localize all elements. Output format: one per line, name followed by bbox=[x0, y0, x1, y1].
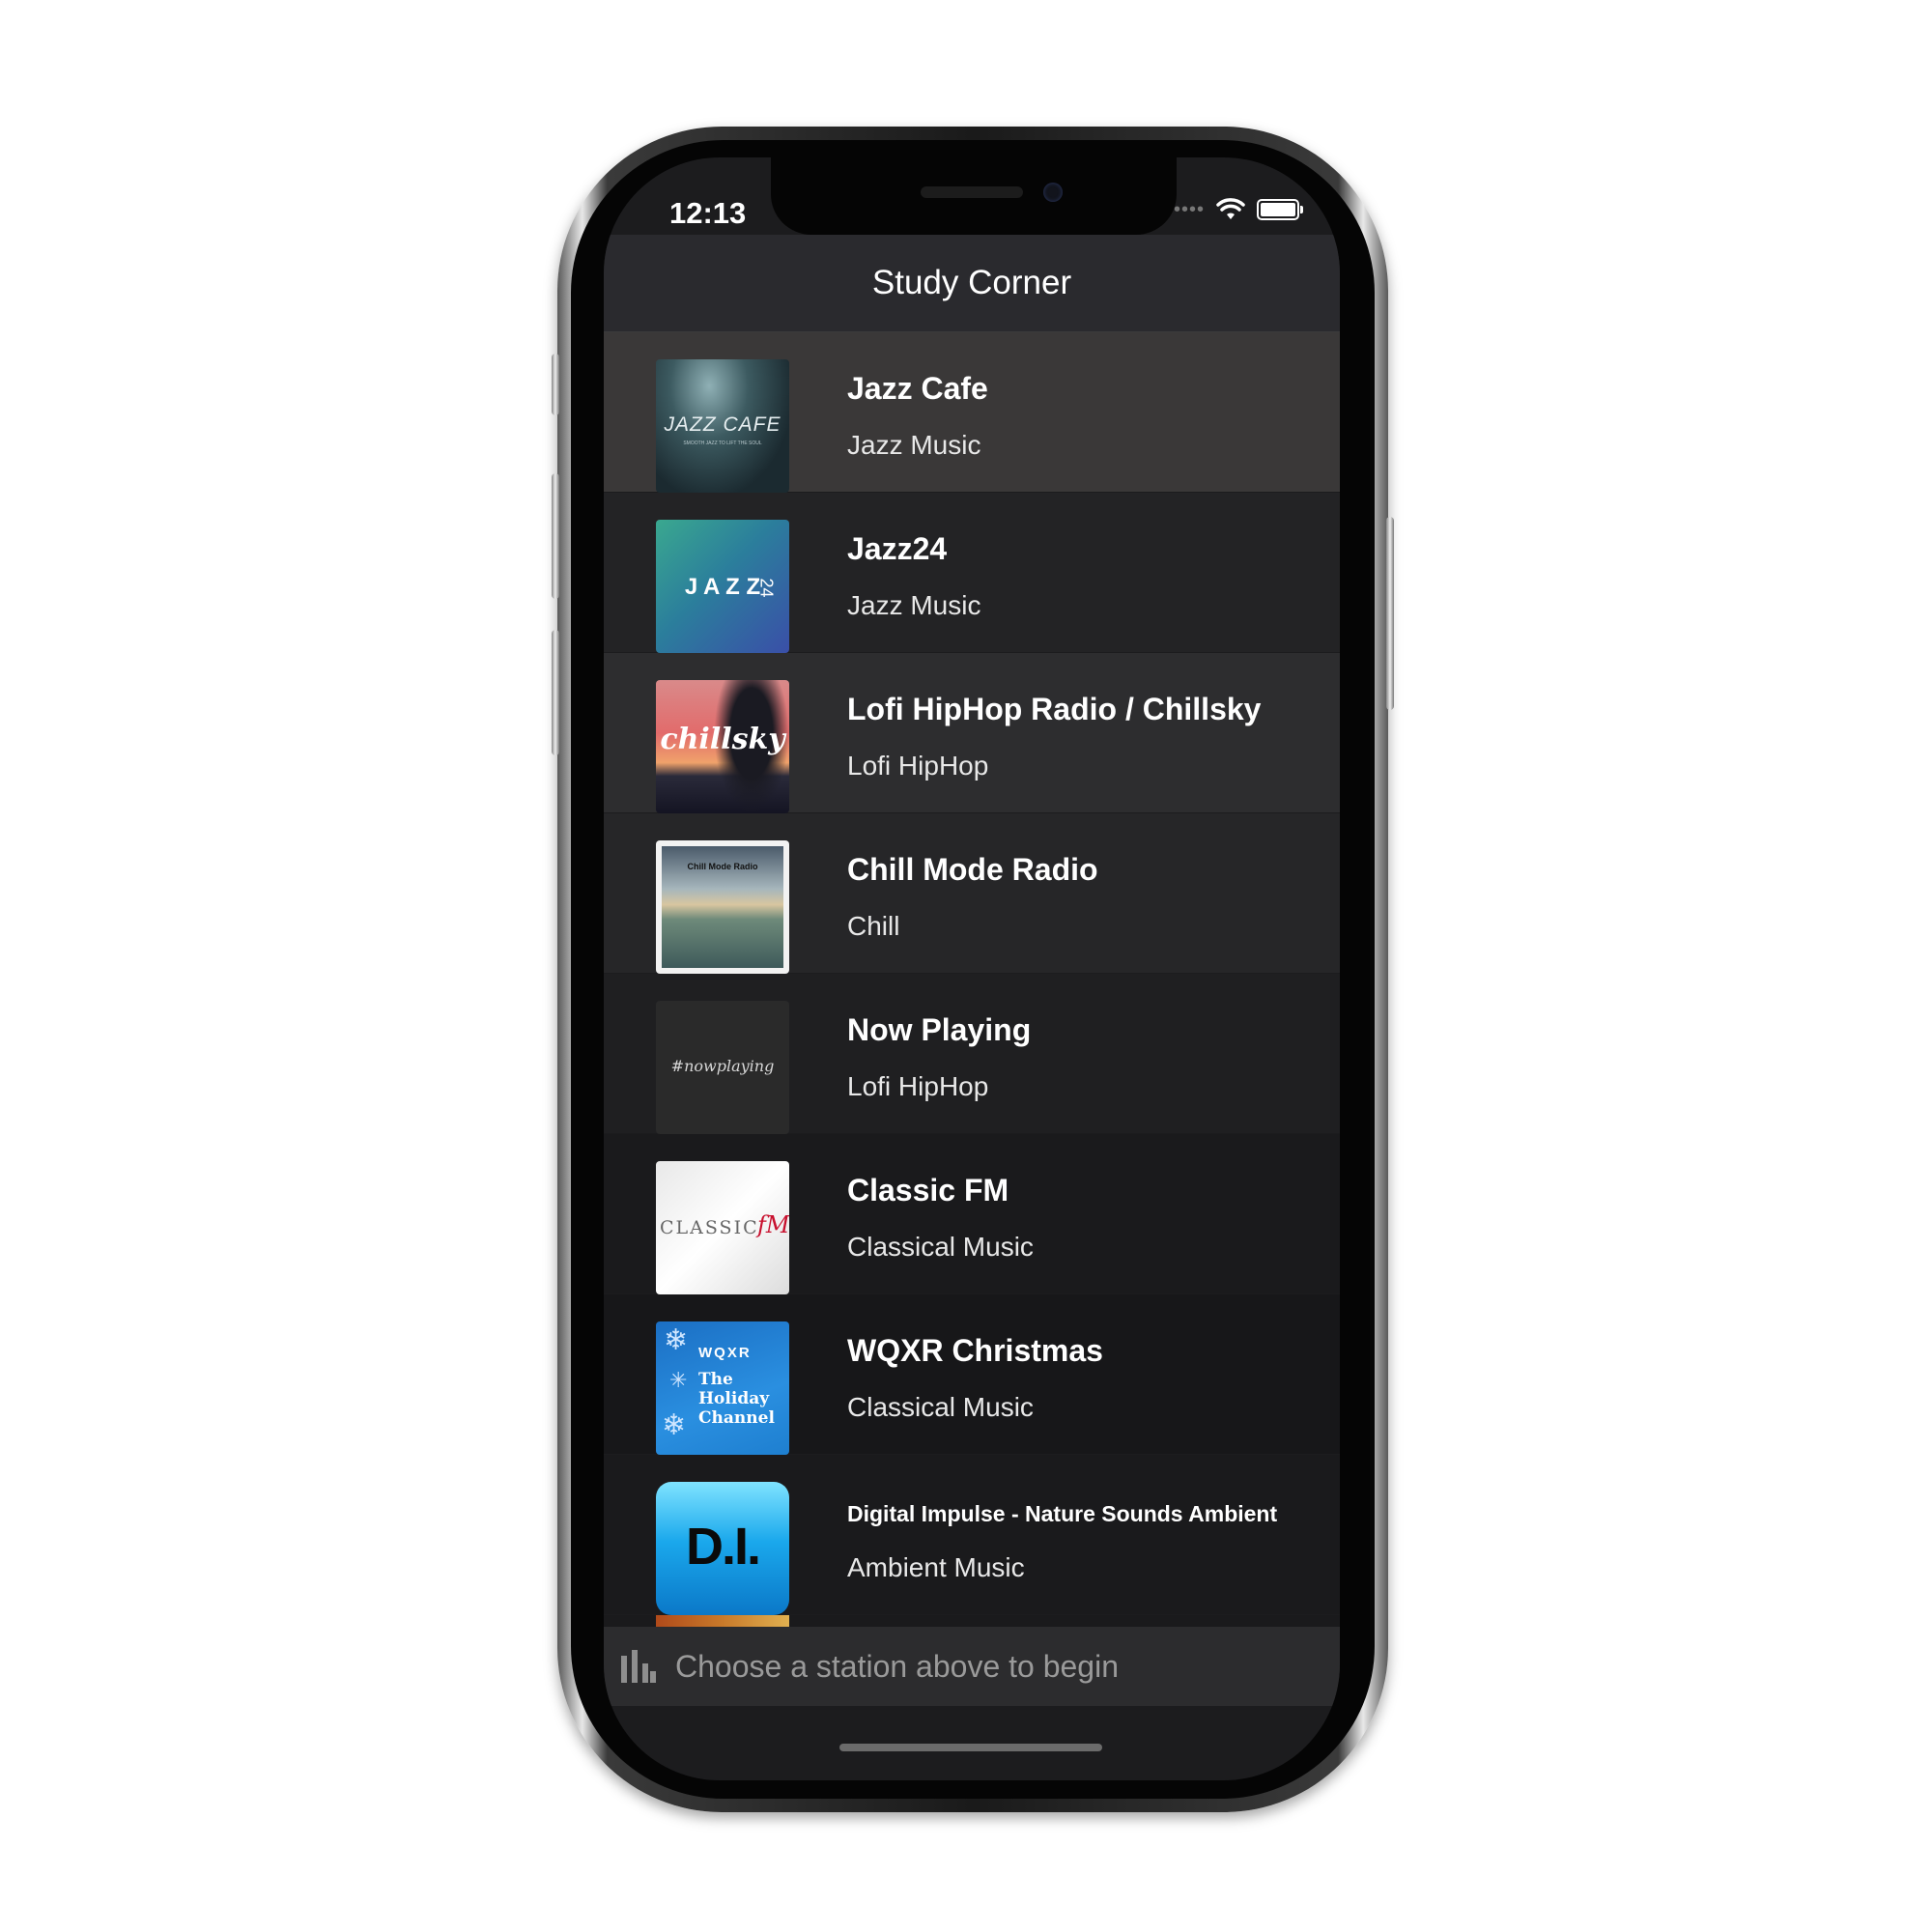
snowflake-icon: ❄ bbox=[662, 1409, 687, 1441]
silent-switch bbox=[552, 354, 559, 415]
station-name: Jazz24 bbox=[847, 531, 948, 566]
station-genre: Lofi HipHop bbox=[847, 1071, 989, 1101]
station-artwork: chillsky bbox=[656, 680, 789, 813]
station-row-now-playing[interactable]: #nowplaying Now Playing Lofi HipHop bbox=[604, 974, 1340, 1134]
side-button bbox=[1386, 517, 1394, 710]
snowflake-icon: ❄ bbox=[664, 1324, 689, 1356]
station-name: Chill Mode Radio bbox=[847, 852, 1098, 887]
home-indicator[interactable] bbox=[839, 1744, 1102, 1751]
station-artwork: ❄ ✳ ❄ WQXR The Holiday Channel bbox=[656, 1321, 789, 1455]
status-icons: •••• bbox=[1173, 198, 1303, 221]
station-genre: Ambient Music bbox=[847, 1552, 1025, 1582]
station-row-chill-mode-radio[interactable]: Chill Mode Radio Chill Mode Radio Chill bbox=[604, 813, 1340, 974]
speaker-grille bbox=[921, 186, 1023, 198]
station-artwork: JAZZ CAFE SMOOTH JAZZ TO LIFT THE SOUL bbox=[656, 359, 789, 493]
signal-dots: •••• bbox=[1173, 198, 1205, 220]
station-artwork: CLASSIC fM bbox=[656, 1161, 789, 1294]
station-list[interactable]: JAZZ CAFE SMOOTH JAZZ TO LIFT THE SOUL J… bbox=[604, 332, 1340, 1627]
station-row-digital-impulse[interactable]: D.I. Digital Impulse - Nature Sounds Amb… bbox=[604, 1455, 1340, 1615]
station-artwork: J A Z Z 24 bbox=[656, 520, 789, 653]
station-row-jazz-cafe[interactable]: JAZZ CAFE SMOOTH JAZZ TO LIFT THE SOUL J… bbox=[604, 332, 1340, 493]
snowflake-icon: ✳ bbox=[669, 1368, 688, 1392]
volume-up-button bbox=[552, 473, 559, 599]
notch bbox=[771, 157, 1177, 235]
station-name: Digital Impulse - Nature Sounds Ambient bbox=[847, 1501, 1278, 1526]
station-artwork bbox=[656, 1615, 789, 1627]
station-genre: Classical Music bbox=[847, 1232, 1034, 1262]
station-row-wqxr-christmas[interactable]: ❄ ✳ ❄ WQXR The Holiday Channel WQXR Chri… bbox=[604, 1294, 1340, 1455]
equalizer-icon bbox=[621, 1650, 656, 1683]
volume-down-button bbox=[552, 630, 559, 755]
page-title: Study Corner bbox=[871, 264, 1072, 301]
station-name: WQXR Christmas bbox=[847, 1333, 1103, 1368]
station-name: Now Playing bbox=[847, 1012, 1032, 1047]
station-artwork: #nowplaying bbox=[656, 1001, 789, 1134]
station-artwork: Chill Mode Radio bbox=[656, 840, 789, 974]
status-time: 12:13 bbox=[669, 196, 747, 230]
station-name: Lofi HipHop Radio / Chillsky bbox=[847, 692, 1262, 726]
front-camera bbox=[1043, 183, 1063, 202]
station-genre: Classical Music bbox=[847, 1392, 1034, 1422]
station-name: Jazz Cafe bbox=[847, 371, 988, 406]
station-genre: Jazz Music bbox=[847, 430, 981, 460]
station-row-classic-fm[interactable]: CLASSIC fM Classic FM Classical Music bbox=[604, 1134, 1340, 1294]
station-name: Classic FM bbox=[847, 1173, 1009, 1208]
battery-icon bbox=[1257, 199, 1303, 220]
station-genre: Chill bbox=[847, 911, 900, 941]
station-row-chillsky[interactable]: chillsky Lofi HipHop Radio / Chillsky Lo… bbox=[604, 653, 1340, 813]
player-status-text: Choose a station above to begin bbox=[675, 1648, 1119, 1684]
navigation-bar: Study Corner bbox=[604, 235, 1340, 332]
now-playing-bar[interactable]: Choose a station above to begin bbox=[604, 1627, 1340, 1706]
wifi-icon bbox=[1216, 198, 1245, 219]
app-screen: 12:13 •••• Study Corner JAZZ CAFE SMOOTH… bbox=[604, 157, 1340, 1780]
station-genre: Jazz Music bbox=[847, 590, 981, 620]
station-row-jazz24[interactable]: J A Z Z 24 Jazz24 Jazz Music bbox=[604, 493, 1340, 653]
station-artwork: D.I. bbox=[656, 1482, 789, 1615]
station-genre: Lofi HipHop bbox=[847, 751, 989, 781]
station-row-partial[interactable] bbox=[604, 1615, 1340, 1627]
